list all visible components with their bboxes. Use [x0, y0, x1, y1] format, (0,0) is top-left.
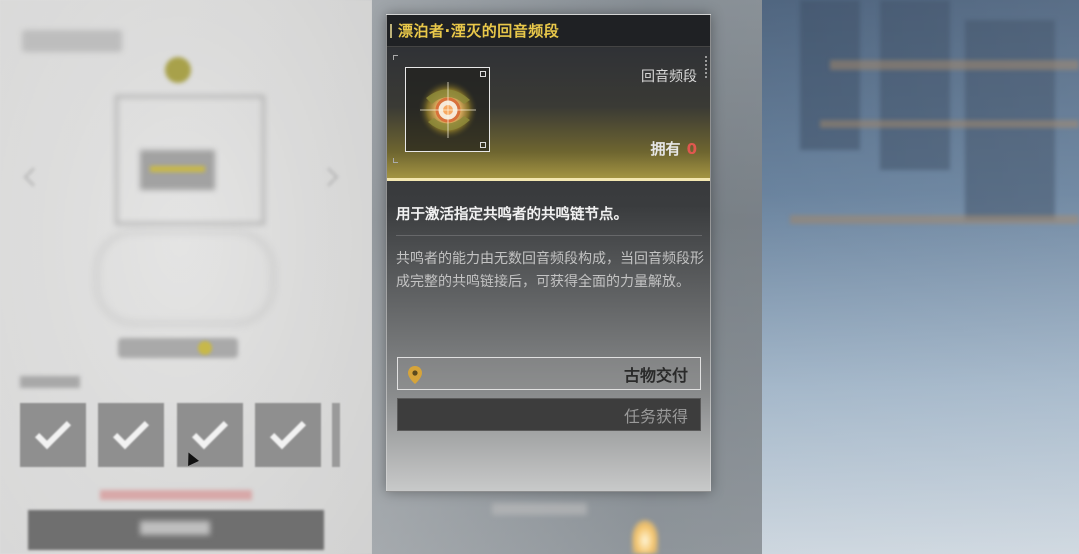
location-pin-icon — [408, 366, 422, 384]
background-check-tile — [255, 403, 321, 467]
card-header: 漂泊者·湮灭的回音频段 — [387, 15, 710, 47]
owned-label: 拥有 — [650, 140, 681, 158]
check-icon — [191, 412, 229, 449]
close-hint-text — [492, 503, 587, 515]
background-candle-light — [632, 520, 658, 554]
check-icon — [112, 412, 150, 449]
rarity-bar — [387, 178, 710, 181]
background-progress-pill — [118, 338, 238, 358]
decor-dots — [705, 56, 709, 78]
background-action-button-label — [140, 521, 210, 535]
item-title: 漂泊者·湮灭的回音频段 — [398, 22, 560, 40]
background-check-tile-partial — [332, 403, 340, 467]
background-emblem-bar — [150, 166, 205, 172]
frame-corner — [480, 142, 486, 148]
background-check-tile — [98, 403, 164, 467]
header-accent — [390, 24, 392, 38]
frame-corner — [393, 158, 398, 163]
item-hero-banner: 回音频段 拥有 0 — [387, 48, 710, 178]
check-icon — [34, 412, 72, 449]
background-node-icon — [165, 57, 191, 83]
check-icon — [269, 412, 307, 449]
background-panel-title — [22, 30, 122, 52]
item-detail-card: 漂泊者·湮灭的回音频段 回音频段 拥有 0 用于激活指定共鸣者的共鸣链节点。 共… — [386, 14, 711, 492]
background-progress-dot — [198, 341, 212, 355]
background-check-tile — [20, 403, 86, 467]
item-type-label: 回音频段 — [641, 69, 697, 85]
frame-corner — [480, 71, 486, 77]
echo-resonance-chain-icon — [417, 79, 478, 140]
background-section-label — [20, 376, 80, 388]
source-quest-reward-button[interactable]: 任务获得 — [397, 398, 701, 431]
source-label: 古物交付 — [623, 365, 688, 385]
item-lore-description: 共鸣者的能力由无数回音频段构成，当回音频段形成完整的共鸣链接后，可获得全面的力量… — [396, 251, 704, 290]
source-antique-delivery-button[interactable]: 古物交付 — [397, 357, 701, 390]
owned-count: 拥有 0 — [651, 138, 697, 159]
background-emblem-outline — [95, 230, 275, 325]
item-icon-frame — [405, 67, 490, 152]
source-label: 任务获得 — [623, 406, 688, 426]
background-warning-text — [100, 490, 252, 500]
item-primary-description: 用于激活指定共鸣者的共鸣链节点。 — [396, 207, 628, 223]
description-divider — [396, 235, 702, 236]
frame-corner — [393, 55, 398, 60]
owned-number: 0 — [686, 140, 697, 158]
